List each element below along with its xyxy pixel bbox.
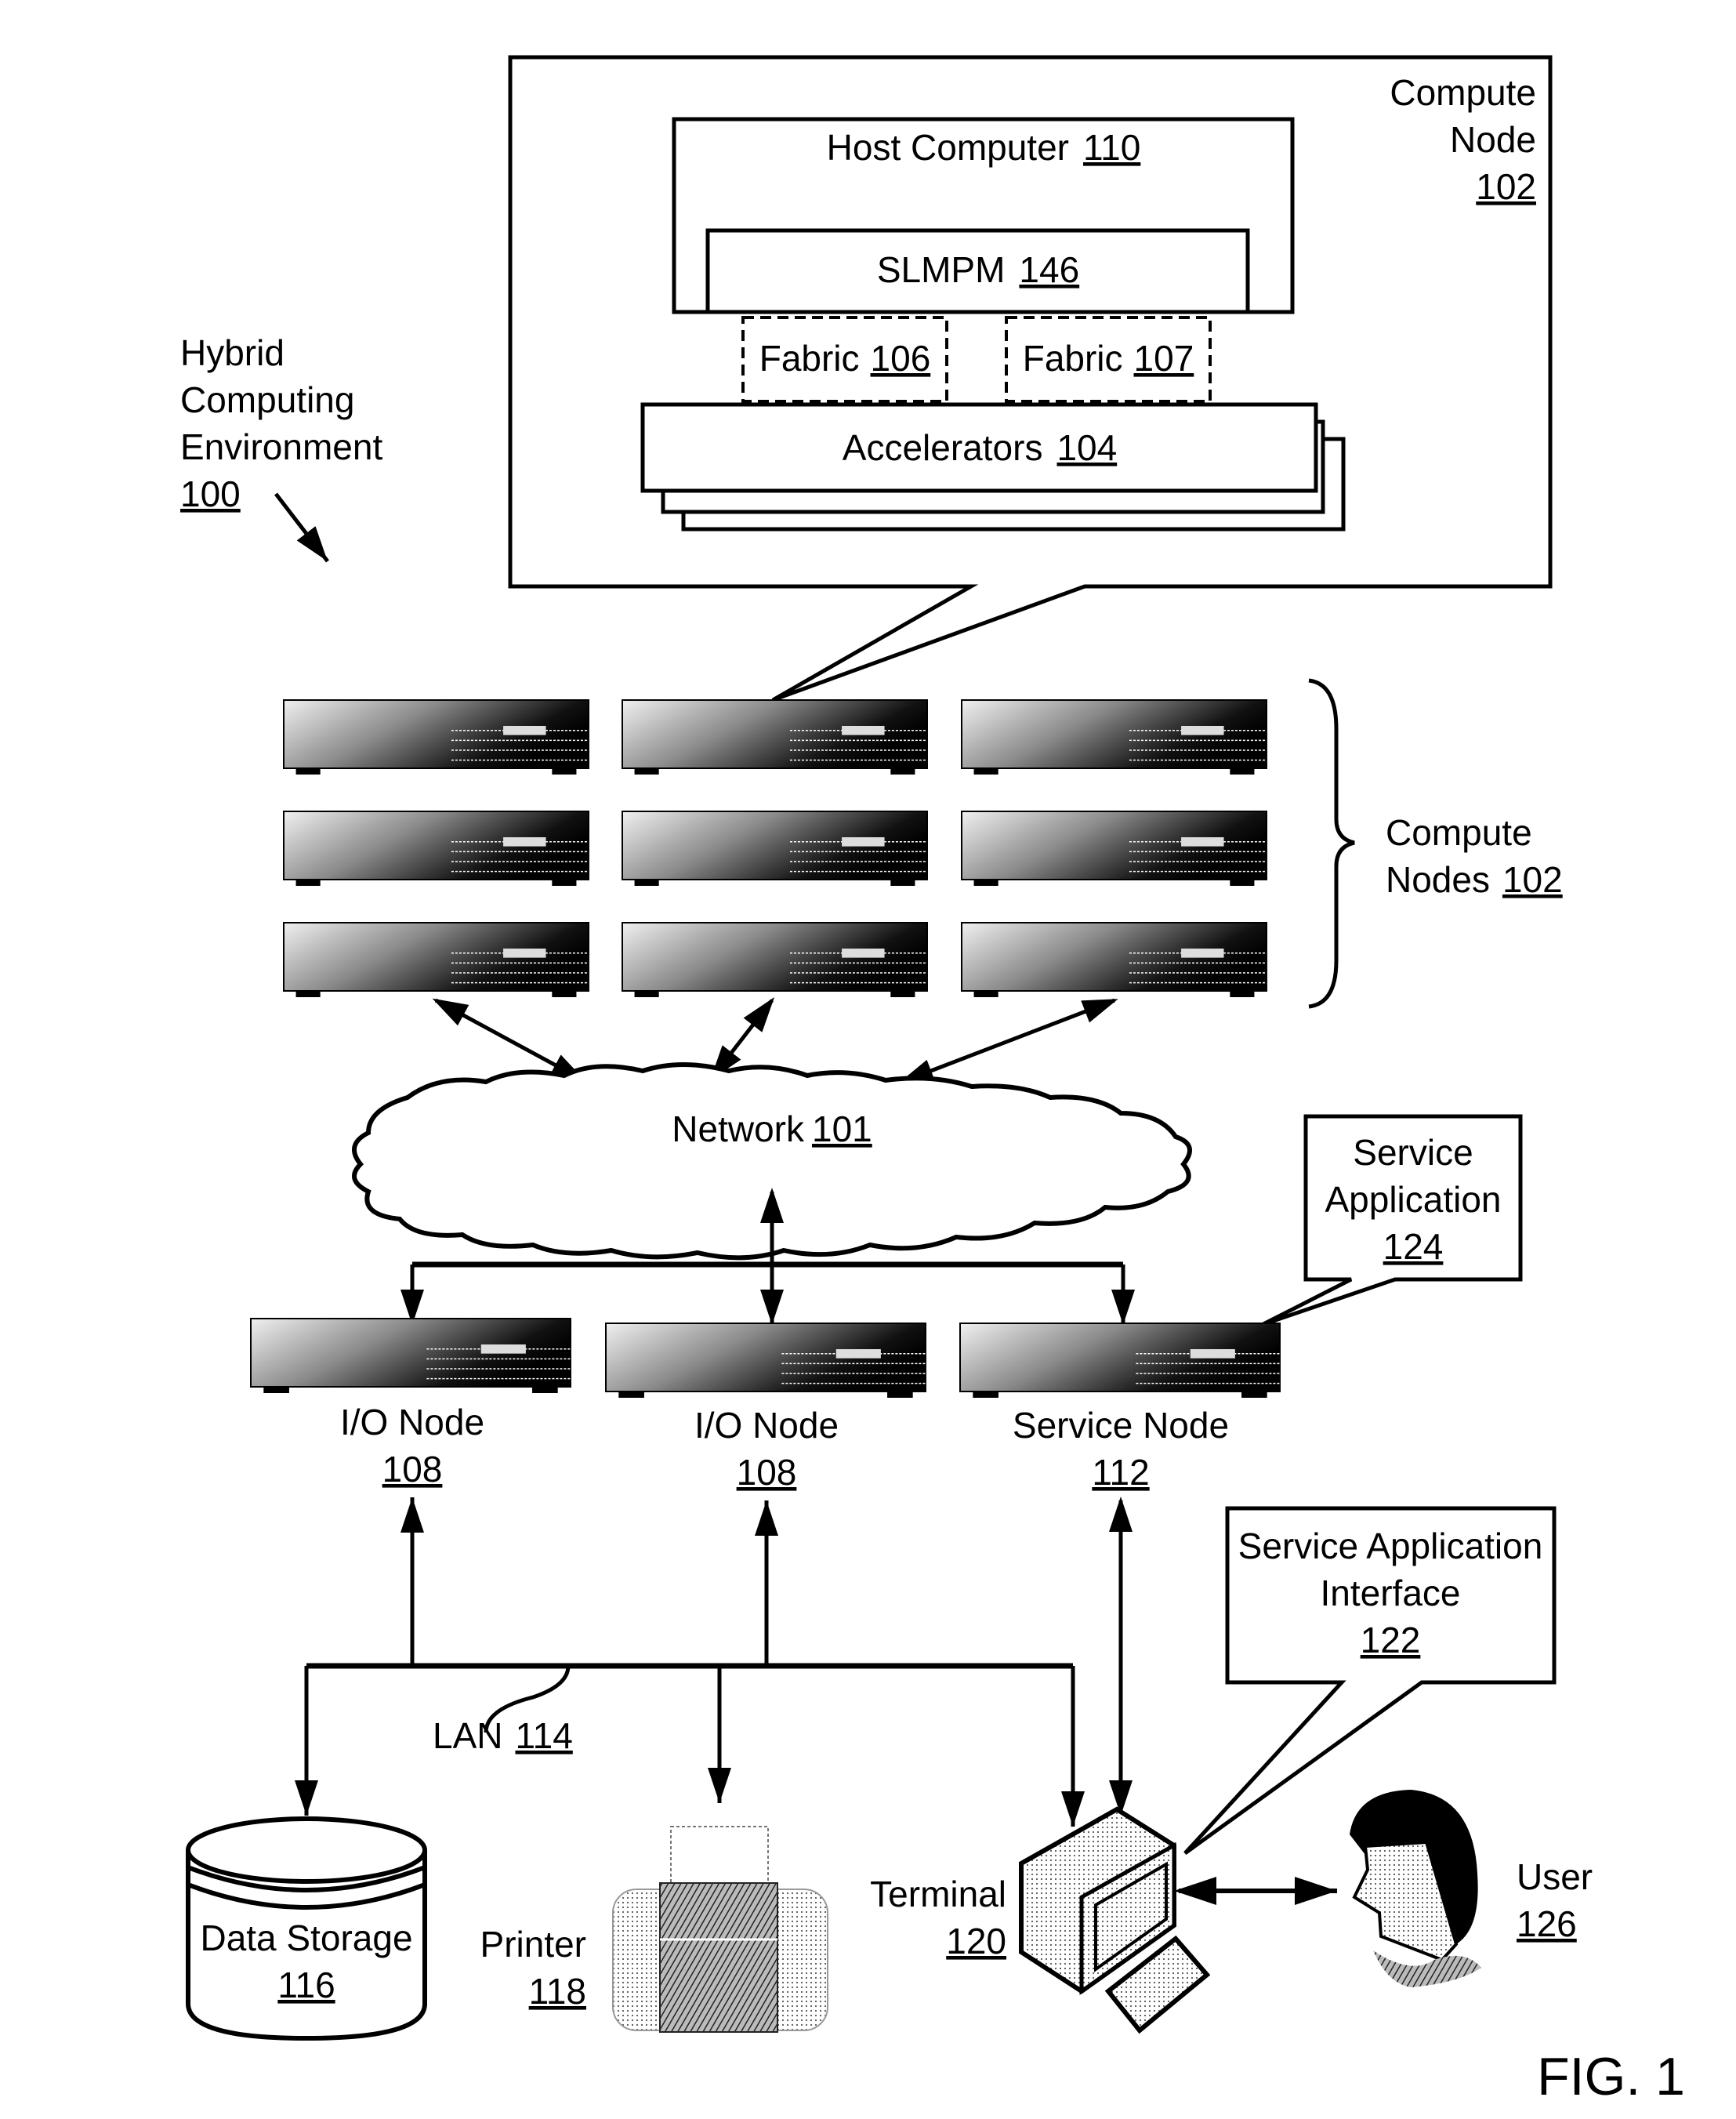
compute-node-title: Node [1450, 119, 1536, 160]
printer-icon [612, 1826, 828, 2033]
node-label: Service Node [1013, 1405, 1229, 1446]
compute-nodes-grid [283, 699, 1267, 997]
compute-node-server [622, 699, 928, 775]
compute-nodes-brace [1308, 678, 1355, 1009]
sai-label: Service Application [1238, 1526, 1543, 1566]
terminal-icon [1019, 1806, 1211, 2034]
compute-node-server [961, 699, 1267, 775]
compute-node-server [961, 811, 1267, 886]
link-arrow [897, 998, 1118, 1086]
sai-ref: 122 [1361, 1620, 1421, 1660]
compute-node-server [622, 922, 928, 997]
service-application-ref: 124 [1383, 1226, 1444, 1267]
node-ref: 112 [1092, 1452, 1149, 1493]
link-arrow [432, 998, 588, 1084]
compute-node-ref: 102 [1476, 166, 1536, 207]
terminal-label: Terminal [870, 1874, 1006, 1914]
network-label: Network 101 [672, 1108, 872, 1149]
compute-node-callout: Compute Node 102 Host Computer 110 SLMPM 1… [508, 55, 1553, 702]
slmpm-label: SLMPM 146 [877, 249, 1079, 290]
environment-line: Environment [180, 426, 382, 467]
host-computer-label: Host Computer 110 [827, 127, 1141, 168]
service-application-label: Application [1325, 1179, 1501, 1220]
io-node-server [250, 1318, 571, 1393]
compute-nodes-label: Nodes 102 [1386, 859, 1563, 900]
node-label: I/O Node [340, 1402, 484, 1442]
printer-label: Printer [480, 1924, 586, 1965]
compute-node-server [622, 811, 928, 886]
io-node-server [605, 1323, 926, 1398]
node-ref: 108 [382, 1449, 443, 1489]
service-application-label: Service [1353, 1132, 1473, 1173]
io-service-nodes [250, 1318, 1281, 1398]
user-label: User [1517, 1856, 1593, 1897]
service-node-server [959, 1323, 1281, 1398]
environment-line: Hybrid [180, 332, 285, 373]
environment-line: Computing [180, 379, 354, 420]
fabric-107-label: Fabric 107 [1023, 338, 1194, 379]
hybrid-computing-diagram: Hybrid Computing Environment 100 Compute… [180, 55, 1685, 2106]
compute-node-server [961, 922, 1267, 997]
compute-node-title: Compute [1390, 72, 1536, 113]
printer-ref: 118 [529, 1971, 586, 2012]
terminal-ref: 120 [946, 1921, 1006, 1961]
data-storage-label: Data Storage [200, 1918, 412, 1958]
accelerators-label: Accelerators 104 [843, 427, 1117, 468]
compute-node-server [283, 922, 589, 997]
environment-label: Hybrid Computing Environment 100 [180, 332, 382, 563]
fabric-106-label: Fabric 106 [759, 338, 931, 379]
user-icon [1350, 1790, 1481, 1987]
environment-ref: 100 [180, 474, 241, 514]
node-ref: 108 [737, 1452, 797, 1493]
user-ref: 126 [1517, 1903, 1577, 1944]
compute-node-server [283, 811, 589, 886]
data-storage-ref: 116 [277, 1965, 335, 2005]
node-label: I/O Node [694, 1405, 839, 1446]
figure-label: FIG. 1 [1537, 2047, 1685, 2106]
compute-nodes-label: Compute [1386, 812, 1532, 853]
compute-node-server [283, 699, 589, 775]
lan-label: LAN 114 [433, 1715, 573, 1756]
environment-arrow [274, 492, 329, 563]
sai-label: Interface [1321, 1573, 1461, 1613]
node-labels: I/O Node 108 I/O Node 108 Service Node 1… [340, 1402, 1229, 1493]
